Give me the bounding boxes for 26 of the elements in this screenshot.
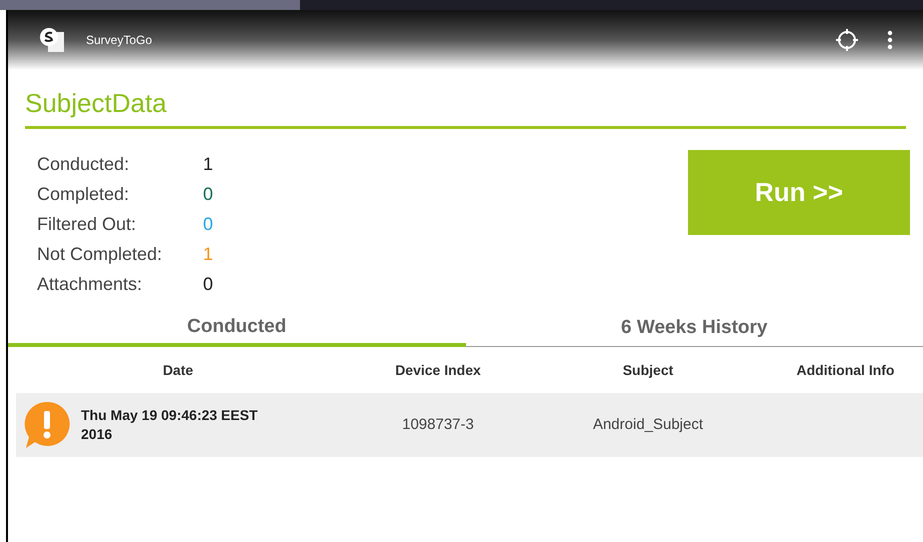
app-title: SurveyToGo <box>86 32 152 49</box>
overflow-menu-icon[interactable] <box>887 30 893 50</box>
stat-label: Conducted: <box>37 152 130 176</box>
stat-value: 0 <box>203 182 214 206</box>
stat-value: 1 <box>203 152 214 176</box>
table-row[interactable]: Thu May 19 09:46:23 EEST 2016 1098737-3 Android_Subject <box>16 393 923 457</box>
subject-cell: Android_Subject <box>592 416 704 433</box>
stat-label: Attachments: <box>37 272 144 296</box>
stat-value: 1 <box>203 242 214 266</box>
stat-value: 0 <box>203 272 214 296</box>
column-header: Subject <box>622 362 674 378</box>
app-logo-icon <box>38 26 66 54</box>
column-header: Device Index <box>395 362 481 378</box>
crosshair-icon[interactable] <box>835 28 859 52</box>
stat-label: Not Completed: <box>37 242 164 266</box>
column-header: Date <box>162 362 194 378</box>
tab[interactable]: 6 Weeks History <box>466 311 923 347</box>
tab[interactable]: Conducted <box>8 311 466 347</box>
device-index-cell: 1098737-3 <box>402 416 474 433</box>
page-title: SubjectData <box>25 87 168 120</box>
stat-label: Filtered Out: <box>37 212 138 236</box>
stat-label: Completed: <box>37 182 130 206</box>
stat-value: 0 <box>203 212 214 236</box>
date-cell-text: Thu May 19 09:46:23 EEST 2016 <box>81 406 259 444</box>
column-header: Additional Info <box>796 362 894 378</box>
warning-icon <box>24 401 70 449</box>
